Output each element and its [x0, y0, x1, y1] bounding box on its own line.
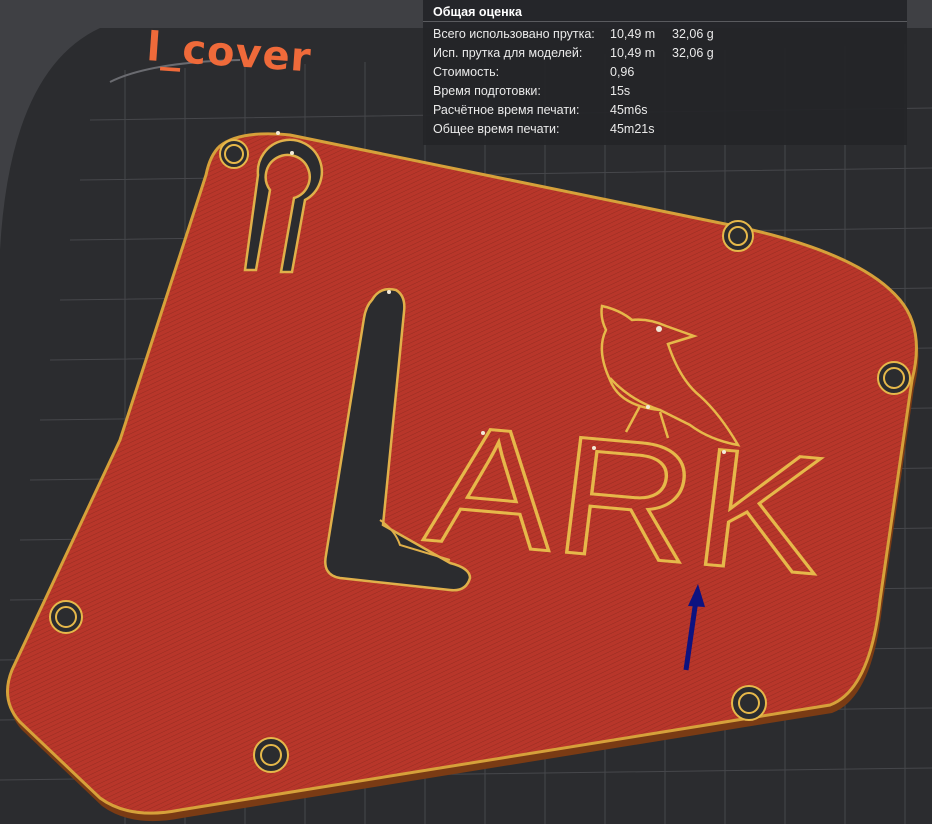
stats-value: 10,49 m [610, 27, 656, 41]
ark-text: ARK [417, 387, 839, 611]
stats-row: Исп. прутка для моделей: 10,49 m 32,06 g [423, 44, 907, 63]
stats-label: Стоимость: [433, 65, 500, 79]
stats-value: 10,49 m [610, 46, 656, 60]
stats-row: Расчётное время печати: 45m6s [423, 101, 907, 120]
stats-value: 45m21s [610, 122, 655, 136]
stats-title: Общая оценка [433, 5, 522, 19]
stats-label: Общее время печати: [433, 122, 560, 136]
stats-row: Общее время печати: 45m21s [423, 120, 907, 139]
stats-value: 0,96 [610, 65, 635, 79]
stats-panel: Общая оценка Всего использовано прутка: … [423, 0, 907, 145]
3d-viewport[interactable]: l_cover ARK Общая оценка Всего использов… [0, 0, 932, 824]
bird-eye [656, 326, 662, 332]
stats-divider [423, 21, 907, 22]
stats-label: Время подготовки: [433, 84, 541, 98]
stats-value-weight: 32,06 g [672, 27, 714, 41]
stats-label: Всего использовано прутка: [433, 27, 595, 41]
stats-value: 45m6s [610, 103, 648, 117]
ark-letters: ARK [418, 389, 836, 610]
stats-row: Стоимость: 0,96 [423, 63, 907, 82]
stats-row: Всего использовано прутка: 10,49 m 32,06… [423, 25, 907, 44]
stats-row: Время подготовки: 15s [423, 82, 907, 101]
stats-label: Исп. прутка для моделей: [433, 46, 583, 60]
stats-label: Расчётное время печати: [433, 103, 580, 117]
stats-value-weight: 32,06 g [672, 46, 714, 60]
stats-value: 15s [610, 84, 631, 98]
